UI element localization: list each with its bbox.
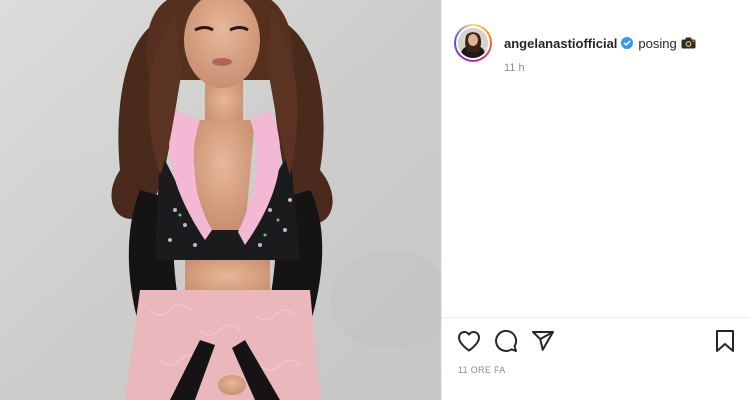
avatar[interactable]	[456, 26, 490, 60]
save-button[interactable]	[712, 328, 738, 354]
photo-illustration	[0, 0, 441, 400]
post-time-ago: 11 h	[504, 62, 525, 74]
divider	[442, 317, 750, 318]
post-caption: posing	[638, 35, 677, 51]
avatar-story-ring[interactable]	[454, 24, 492, 62]
share-button[interactable]	[530, 328, 556, 354]
post-actions	[456, 328, 567, 354]
bookmark-icon	[716, 330, 734, 352]
like-button[interactable]	[456, 328, 482, 354]
share-icon	[532, 331, 554, 351]
comment-icon	[495, 329, 518, 352]
comment-button[interactable]	[493, 328, 519, 354]
avatar-image	[458, 28, 488, 58]
camera-icon	[681, 37, 696, 49]
username-link[interactable]: angelanastiofficial	[504, 36, 617, 51]
instagram-post: angelanastiofficial posing 11 h 11 ORE F…	[0, 0, 750, 400]
post-photo[interactable]	[0, 0, 441, 400]
verified-badge-icon	[621, 37, 634, 49]
post-header: angelanastiofficial posing	[454, 24, 696, 62]
heart-icon	[458, 331, 480, 352]
post-side-panel: angelanastiofficial posing 11 h 11 ORE F…	[441, 0, 750, 400]
post-date-label[interactable]: 11 ORE FA	[458, 365, 506, 375]
